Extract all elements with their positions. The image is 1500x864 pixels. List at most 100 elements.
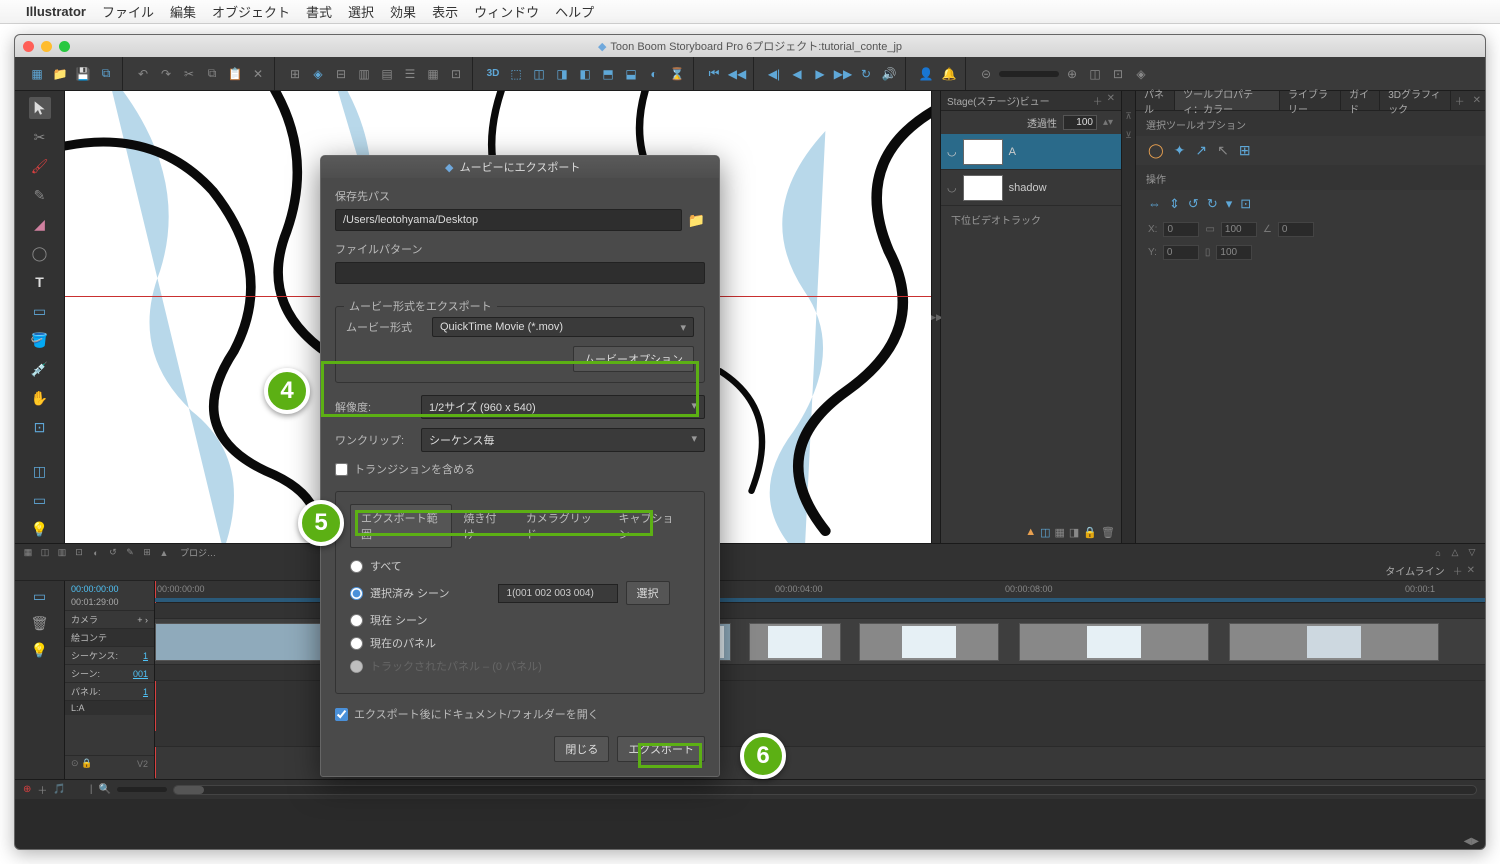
- rotate-ccw-icon[interactable]: ↺: [1188, 196, 1199, 212]
- flatten-icon[interactable]: ▾: [1226, 196, 1233, 212]
- bb9-icon[interactable]: ▲: [157, 546, 171, 560]
- rect-tool-icon[interactable]: ▭: [29, 300, 51, 322]
- panel-close-icon[interactable]: ✕: [1469, 95, 1485, 106]
- menu-effect[interactable]: 効果: [390, 2, 416, 21]
- bb4-icon[interactable]: ⊡: [72, 546, 86, 560]
- timeline-clip[interactable]: [749, 623, 841, 661]
- panel-add-icon[interactable]: ＋: [1093, 93, 1103, 108]
- 3d-icon[interactable]: 3D: [483, 64, 503, 84]
- lf-trash-icon[interactable]: 🗑: [1101, 526, 1115, 539]
- extra1-icon[interactable]: ◫: [1085, 64, 1105, 84]
- prev-icon[interactable]: ◀: [787, 64, 807, 84]
- splitter[interactable]: ▶▶: [931, 91, 941, 543]
- export-button[interactable]: エクスポート: [617, 736, 705, 762]
- bb8-icon[interactable]: ⊞: [140, 546, 154, 560]
- play-icon[interactable]: ▶: [810, 64, 830, 84]
- bb-up-icon[interactable]: △: [1448, 546, 1462, 560]
- cut-icon[interactable]: ✂: [179, 64, 199, 84]
- delete-icon[interactable]: ✕: [248, 64, 268, 84]
- extra2-icon[interactable]: ⊡: [1108, 64, 1128, 84]
- panel-add-icon[interactable]: ＋: [1451, 93, 1469, 108]
- ruler-up-icon[interactable]: ⊼: [1125, 111, 1132, 122]
- window-titlebar[interactable]: ◆ Toon Boom Storyboard Pro 6プロジェクト:tutor…: [15, 35, 1485, 57]
- pencil-tool-icon[interactable]: ✎: [29, 184, 51, 206]
- select-scenes-button[interactable]: 選択: [626, 581, 670, 605]
- lf-lock-icon[interactable]: 🔒: [1083, 526, 1097, 539]
- tab-library[interactable]: ライブラリー: [1280, 91, 1341, 110]
- cam-tool-icon[interactable]: ▭: [29, 489, 51, 511]
- movie-options-button[interactable]: ムービーオプション: [573, 346, 694, 372]
- zoom-icon[interactable]: [59, 41, 70, 52]
- visibility-icon[interactable]: ◡: [947, 181, 957, 194]
- text-tool-icon[interactable]: T: [29, 271, 51, 293]
- tlf-zoom-icon[interactable]: 🔍: [98, 784, 110, 795]
- layer-tool-icon[interactable]: ◫: [29, 460, 51, 482]
- grid1-icon[interactable]: ⊞: [285, 64, 305, 84]
- include-transitions-check[interactable]: トランジションを含める: [335, 461, 705, 477]
- traffic-lights[interactable]: [23, 41, 70, 52]
- layer-item-a[interactable]: ◡ A: [941, 134, 1121, 170]
- lf4-icon[interactable]: ◨: [1069, 526, 1079, 539]
- bb3-icon[interactable]: ▥: [55, 546, 69, 560]
- seq-val[interactable]: 1: [143, 651, 148, 661]
- play-first-icon[interactable]: ⏮: [704, 64, 724, 84]
- h-input[interactable]: [1216, 245, 1252, 260]
- brush-tool-icon[interactable]: 🖌: [29, 155, 51, 177]
- zoom-out-icon[interactable]: ⊝: [976, 64, 996, 84]
- menu-help[interactable]: ヘルプ: [555, 2, 594, 21]
- panel-close-icon[interactable]: ✕: [1107, 93, 1115, 108]
- grid6-icon[interactable]: ▦: [423, 64, 443, 84]
- snap-icon[interactable]: ◈: [308, 64, 328, 84]
- bb-down-icon[interactable]: ▽: [1465, 546, 1479, 560]
- cam3-icon[interactable]: ◨: [552, 64, 572, 84]
- menubar-app[interactable]: Illustrator: [26, 4, 86, 19]
- light-tool-icon[interactable]: 💡: [29, 518, 51, 540]
- hand-tool-icon[interactable]: ✋: [29, 387, 51, 409]
- open-after-check[interactable]: エクスポート後にドキュメント/フォルダーを開く: [335, 706, 705, 722]
- lasso-icon[interactable]: ◯: [1148, 142, 1164, 159]
- menu-view[interactable]: 表示: [432, 2, 458, 21]
- w-input[interactable]: [1221, 222, 1257, 237]
- snap2-icon[interactable]: ⊞: [1239, 142, 1251, 159]
- panel-val[interactable]: 1: [143, 687, 148, 697]
- cam1-icon[interactable]: ⬚: [506, 64, 526, 84]
- dialog-titlebar[interactable]: ◆ ムービーにエクスポート: [321, 156, 719, 178]
- paste-icon[interactable]: 📋: [225, 64, 245, 84]
- copy-icon[interactable]: ⧉: [202, 64, 222, 84]
- radio-current-panel[interactable]: 現在のパネル: [350, 635, 690, 651]
- cam7-icon[interactable]: ◐: [644, 64, 664, 84]
- menu-file[interactable]: ファイル: [102, 2, 154, 21]
- y-input[interactable]: [1163, 245, 1199, 260]
- menu-format[interactable]: 書式: [306, 2, 332, 21]
- grid4-icon[interactable]: ▤: [377, 64, 397, 84]
- file-pattern-input[interactable]: [335, 262, 705, 284]
- radio-all[interactable]: すべて: [350, 558, 690, 574]
- movie-format-select[interactable]: QuickTime Movie (*.mov): [432, 317, 694, 337]
- paint-tool-icon[interactable]: 🪣: [29, 329, 51, 351]
- first-icon[interactable]: ◀|: [764, 64, 784, 84]
- opacity-input[interactable]: [1063, 115, 1097, 130]
- grid3-icon[interactable]: ▥: [354, 64, 374, 84]
- scene-list-field[interactable]: 1(001 002 003 004): [498, 584, 618, 603]
- timeline-clip[interactable]: [1019, 623, 1209, 661]
- minimize-icon[interactable]: [41, 41, 52, 52]
- user-icon[interactable]: 👤: [916, 64, 936, 84]
- next-icon[interactable]: ▶▶: [833, 64, 853, 84]
- cam4-icon[interactable]: ◧: [575, 64, 595, 84]
- bb-home-icon[interactable]: ⌂: [1431, 546, 1445, 560]
- cam6-icon[interactable]: ⬓: [621, 64, 641, 84]
- bell-icon[interactable]: 🔔: [939, 64, 959, 84]
- grid7-icon[interactable]: ⊡: [446, 64, 466, 84]
- grid2-icon[interactable]: ⊟: [331, 64, 351, 84]
- open-after-checkbox[interactable]: [335, 708, 348, 721]
- redo-icon[interactable]: ↷: [156, 64, 176, 84]
- rotate-cw-icon[interactable]: ↻: [1207, 196, 1218, 212]
- select-tool-icon[interactable]: [29, 97, 51, 119]
- tl-cam-icon[interactable]: ▭: [29, 585, 51, 607]
- cam8-icon[interactable]: ⌛: [667, 64, 687, 84]
- timeline-scrollbar[interactable]: [173, 785, 1477, 795]
- arrow-icon[interactable]: ↗: [1195, 142, 1207, 159]
- tl-close-icon[interactable]: ✕: [1467, 565, 1475, 576]
- menu-select[interactable]: 選択: [348, 2, 374, 21]
- radio-current-scene[interactable]: 現在 シーン: [350, 612, 690, 628]
